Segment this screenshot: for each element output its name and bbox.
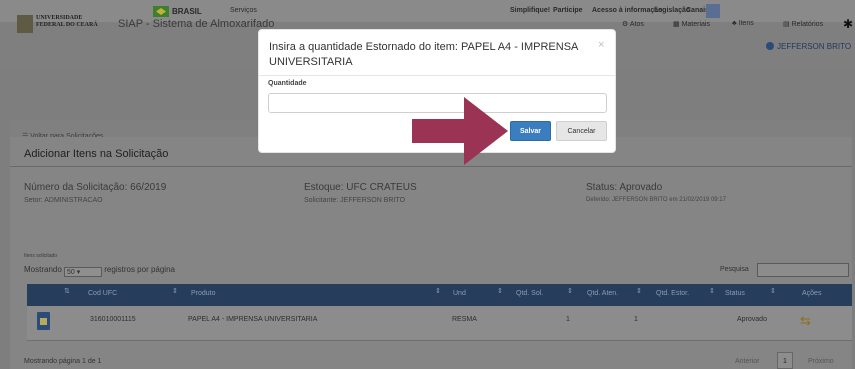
col-produto[interactable]: Produto	[191, 290, 216, 297]
sort-icon[interactable]: ⇕	[567, 287, 573, 295]
col-qtd-sol[interactable]: Qtd. Sol.	[516, 290, 543, 297]
cell-status: Aprovado	[737, 316, 767, 323]
brazil-flag-icon	[153, 6, 169, 17]
quantidade-label: Quantidade	[268, 80, 307, 87]
cell-cod: 316010001115	[90, 316, 136, 323]
menu-relatorios[interactable]: ▤ Relatórios	[783, 20, 823, 28]
col-qtd-estor[interactable]: Qtd. Estor.	[656, 290, 689, 297]
cell-produto: PAPEL A4 - IMPRENSA UNIVERSITARIA	[188, 316, 318, 323]
page-size-control: Mostrando 50 ▾ registros por página	[24, 265, 175, 277]
col-und[interactable]: Und	[453, 290, 466, 297]
divider	[10, 166, 852, 167]
sort-icon[interactable]: ⇕	[709, 287, 715, 295]
sort-icon[interactable]: ⇕	[435, 287, 441, 295]
panel-title: Adicionar Itens na Solicitação	[24, 148, 169, 160]
sort-icon[interactable]: ⇕	[770, 287, 776, 295]
app-title[interactable]: SIAP - Sistema de Almoxarifado	[118, 18, 274, 30]
close-icon[interactable]: ×	[598, 39, 604, 51]
ufc-logo-icon	[17, 15, 33, 33]
search-label: Pesquisa	[720, 266, 749, 273]
gov-link-simplifique[interactable]: Simplifique!	[510, 7, 550, 14]
menu-atos[interactable]: ⚙ Atos	[622, 20, 644, 28]
status-text: Status: Aprovado	[586, 182, 663, 193]
pagination-page-1[interactable]: 1	[777, 352, 793, 369]
product-book-icon	[37, 312, 50, 330]
menu-itens[interactable]: ♣ Itens	[732, 20, 754, 27]
sort-icon[interactable]: ⇕	[172, 287, 178, 295]
col-acoes: Ações	[802, 290, 822, 297]
solicitacao-number: Número da Solicitação: 66/2019	[24, 182, 167, 193]
estoque-text: Estoque: UFC CRATEUS	[304, 182, 417, 193]
sort-icon[interactable]: ⇕	[636, 287, 642, 295]
sort-icon[interactable]: ⇕	[497, 287, 503, 295]
cell-qtd-sol: 1	[566, 316, 570, 323]
page-size-select[interactable]: 50 ▾	[64, 267, 103, 277]
cancelar-button[interactable]: Cancelar	[556, 121, 607, 141]
gov-link-participe[interactable]: Participe	[553, 7, 583, 14]
user-icon	[766, 42, 774, 50]
cell-qtd-aten: 1	[634, 316, 638, 323]
accessibility-icon[interactable]	[706, 4, 720, 18]
setor-text: Setor: ADMINISTRACAO	[24, 197, 103, 204]
menu-materiais[interactable]: ▦ Materiais	[673, 20, 710, 28]
gov-brasil-link[interactable]: BRASIL	[172, 7, 202, 16]
gov-link-acesso[interactable]: Acesso à informação	[592, 7, 662, 14]
settings-gear-icon[interactable]: ✱	[843, 17, 853, 31]
estornar-action-icon[interactable]: ⇆	[800, 313, 811, 329]
col-qtd-aten[interactable]: Qtd. Aten.	[587, 290, 618, 297]
pointer-arrow-icon	[412, 97, 508, 165]
col-cod-ufc[interactable]: Cod UFC	[88, 290, 117, 297]
pagination-next[interactable]: Próximo	[808, 358, 834, 365]
solicitante-text: Solicitante: JEFFERSON BRITO	[304, 197, 406, 204]
user-menu[interactable]: JEFFERSON BRITO	[766, 42, 851, 51]
itens-label: Itens solicitado	[24, 253, 58, 259]
search-input[interactable]	[757, 263, 849, 277]
table-row	[27, 306, 852, 341]
modal-title: Insira a quantidade Estornado do item: P…	[269, 41, 578, 68]
sort-icon[interactable]: ⇅	[64, 287, 70, 295]
deferido-text: Deferido: JEFFERSON BRITO em 21/02/2019 …	[586, 197, 726, 203]
modal-divider	[259, 75, 615, 76]
salvar-button[interactable]: Salvar	[510, 121, 551, 141]
pagination-info: Mostrando página 1 de 1	[24, 358, 102, 365]
gov-servicos-link[interactable]: Serviços	[230, 7, 257, 14]
cell-und: RESMA	[452, 316, 477, 323]
col-status[interactable]: Status	[725, 290, 745, 297]
gov-link-legislacao[interactable]: Legislação	[654, 7, 690, 14]
university-logo-text: UNIVERSIDADE FEDERAL DO CEARÁ	[36, 15, 98, 28]
pagination-previous[interactable]: Anterior	[735, 358, 760, 365]
